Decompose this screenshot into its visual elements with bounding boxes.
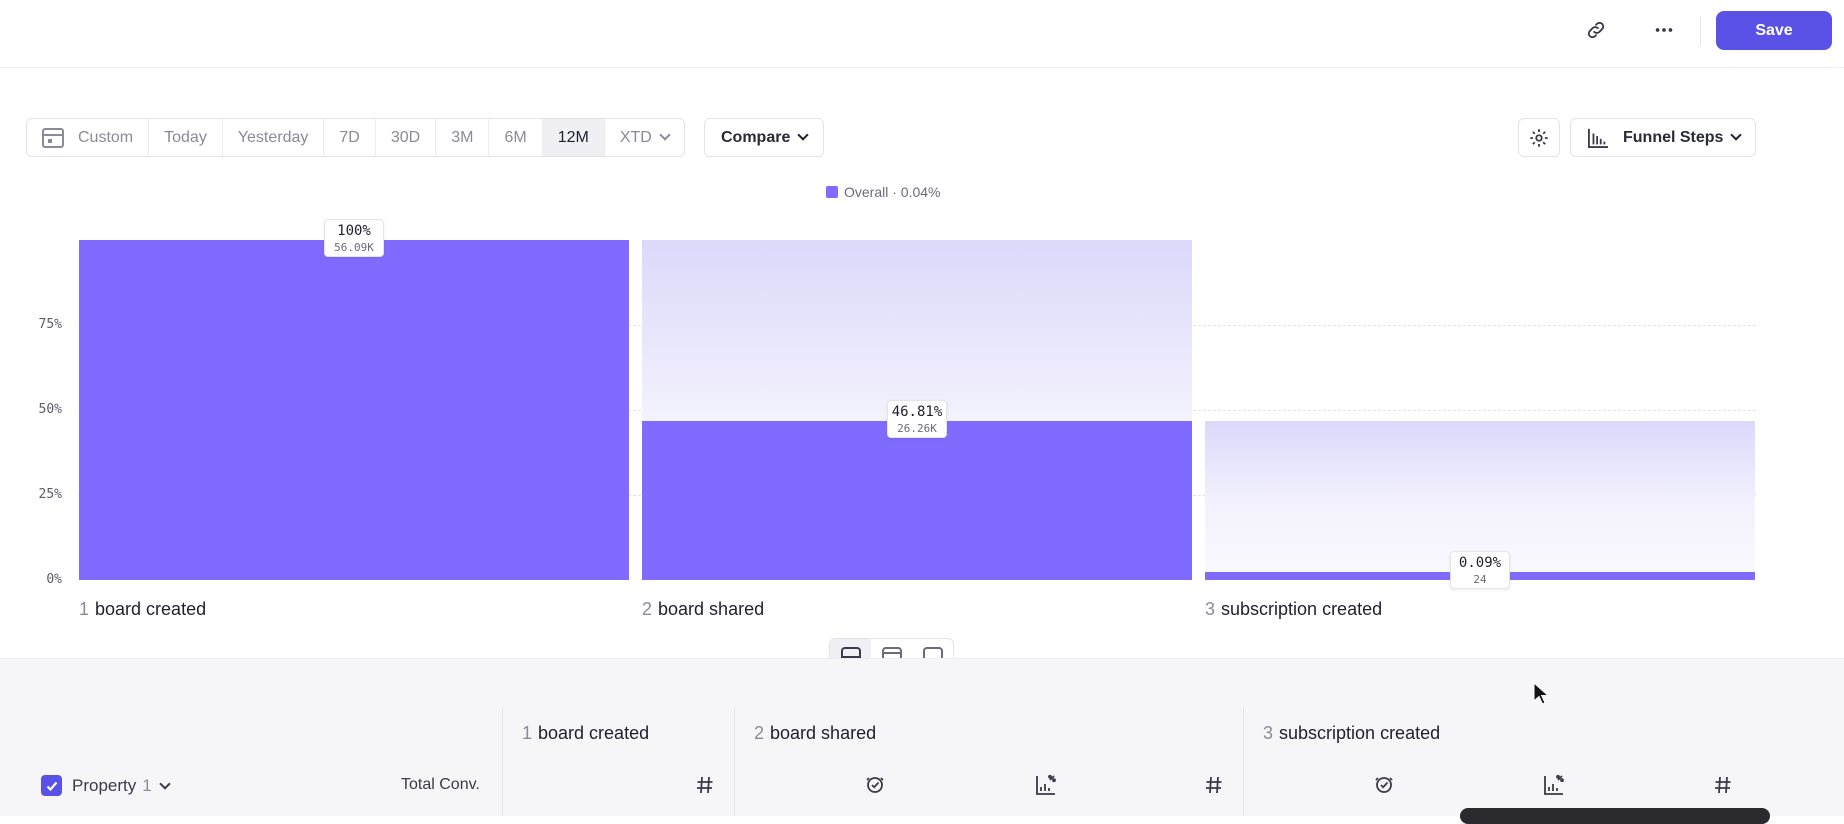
bar-percent: 0.09% xyxy=(1458,555,1502,571)
date-option-30d[interactable]: 30D xyxy=(376,119,437,156)
date-option-custom[interactable]: Custom xyxy=(27,119,150,156)
date-option-7d[interactable]: 7D xyxy=(324,119,376,156)
date-option-12m[interactable]: 12M xyxy=(542,119,605,156)
bar-value-label: 46.81% 26.26K xyxy=(887,399,947,438)
funnel-bar[interactable] xyxy=(79,240,629,580)
step-label[interactable]: 3 subscription created xyxy=(1205,599,1382,620)
date-option-xtd[interactable]: XTD xyxy=(605,119,684,156)
step-name: board created xyxy=(95,599,207,619)
step-number: 1 xyxy=(79,599,90,619)
date-range-selector: Custom Today Yesterday 7D 30D 3M 6M 12M … xyxy=(26,118,685,157)
bar-percent: 46.81% xyxy=(891,403,943,420)
chevron-down-icon xyxy=(1730,129,1743,141)
property-label: Property xyxy=(72,776,137,795)
y-tick-label: 75% xyxy=(38,317,62,332)
date-option-6m[interactable]: 6M xyxy=(489,119,543,156)
date-option-yesterday[interactable]: Yesterday xyxy=(223,119,325,156)
step-name: subscription created xyxy=(1221,599,1383,619)
gear-icon xyxy=(1530,128,1548,147)
y-tick-label: 50% xyxy=(38,402,62,417)
property-selector[interactable]: Property 1 xyxy=(72,776,171,796)
check-icon xyxy=(46,781,57,791)
funnel-bar[interactable] xyxy=(642,420,1192,580)
bar-count: 26.26K xyxy=(897,421,937,435)
step-number: 1 xyxy=(522,723,533,743)
hash-icon[interactable] xyxy=(1710,772,1736,798)
step-number: 2 xyxy=(754,723,765,743)
step-label[interactable]: 2 board shared xyxy=(642,599,764,620)
property-checkbox[interactable] xyxy=(41,775,62,796)
date-option-3m[interactable]: 3M xyxy=(436,119,490,156)
date-option-label: Custom xyxy=(78,128,134,146)
property-count: 1 xyxy=(142,776,152,795)
settings-button[interactable] xyxy=(1518,118,1560,157)
bar-percent: 100% xyxy=(337,223,371,239)
top-bar: Save xyxy=(0,0,1844,68)
step-name: board shared xyxy=(770,723,877,743)
chart-percent-icon[interactable] xyxy=(1541,772,1567,798)
step-label[interactable]: 1 board created xyxy=(79,599,206,620)
bar-count: 56.09K xyxy=(334,241,374,254)
step-name: board shared xyxy=(658,599,765,619)
link-icon[interactable] xyxy=(1576,12,1616,48)
legend-label: Overall · 0.04% xyxy=(844,184,941,200)
step-number: 3 xyxy=(1205,599,1216,619)
mouse-cursor-icon xyxy=(1533,682,1549,705)
table-header-step-1[interactable]: 1 board created xyxy=(522,723,649,744)
chevron-down-icon xyxy=(797,129,810,141)
bar-chart-icon xyxy=(1588,128,1608,148)
chart-type-label: Funnel Steps xyxy=(1623,128,1724,146)
overlay-pill xyxy=(1460,808,1770,824)
bar-value-label: 100% 56.09K xyxy=(324,219,384,257)
legend-swatch xyxy=(826,186,838,198)
hash-icon[interactable] xyxy=(1201,772,1227,798)
step-number: 2 xyxy=(642,599,653,619)
total-conv-header[interactable]: Total Conv. xyxy=(401,776,480,794)
conversion-check-icon[interactable] xyxy=(862,772,888,798)
table-header-step-2[interactable]: 2 board shared xyxy=(754,723,876,744)
date-option-label: XTD xyxy=(619,128,652,146)
more-horizontal-icon[interactable] xyxy=(1644,12,1684,48)
compare-dropdown[interactable]: Compare xyxy=(704,118,825,157)
chart-legend[interactable]: Overall · 0.04% xyxy=(826,184,940,200)
table-header-step-3[interactable]: 3 subscription created xyxy=(1263,723,1440,744)
save-button[interactable]: Save xyxy=(1716,11,1832,50)
step-number: 3 xyxy=(1263,723,1274,743)
column-divider xyxy=(734,708,735,816)
chevron-down-icon xyxy=(159,777,171,790)
compare-label: Compare xyxy=(721,128,791,146)
date-option-today[interactable]: Today xyxy=(149,119,223,156)
chart-type-dropdown[interactable]: Funnel Steps xyxy=(1570,118,1756,157)
breakdown-table xyxy=(0,658,1844,816)
chart-percent-icon[interactable] xyxy=(1033,772,1059,798)
y-tick-label: 0% xyxy=(46,572,62,587)
column-divider xyxy=(1243,708,1244,816)
hash-icon[interactable] xyxy=(692,772,718,798)
column-divider xyxy=(502,708,503,816)
step-name: subscription created xyxy=(1279,723,1441,743)
bar-value-label: 0.09% 24 xyxy=(1450,551,1510,589)
step-name: board created xyxy=(538,723,650,743)
toolbar-divider xyxy=(1700,16,1701,46)
bar-count: 24 xyxy=(1473,573,1487,586)
funnel-chart: 0% 25% 50% 75% 100% 56.09K 46.81% 26.26K 0.09% 24 xyxy=(0,200,1844,630)
chevron-down-icon xyxy=(659,129,671,141)
y-tick-label: 25% xyxy=(38,487,62,502)
calendar-icon xyxy=(42,127,64,148)
conversion-check-icon[interactable] xyxy=(1371,772,1397,798)
